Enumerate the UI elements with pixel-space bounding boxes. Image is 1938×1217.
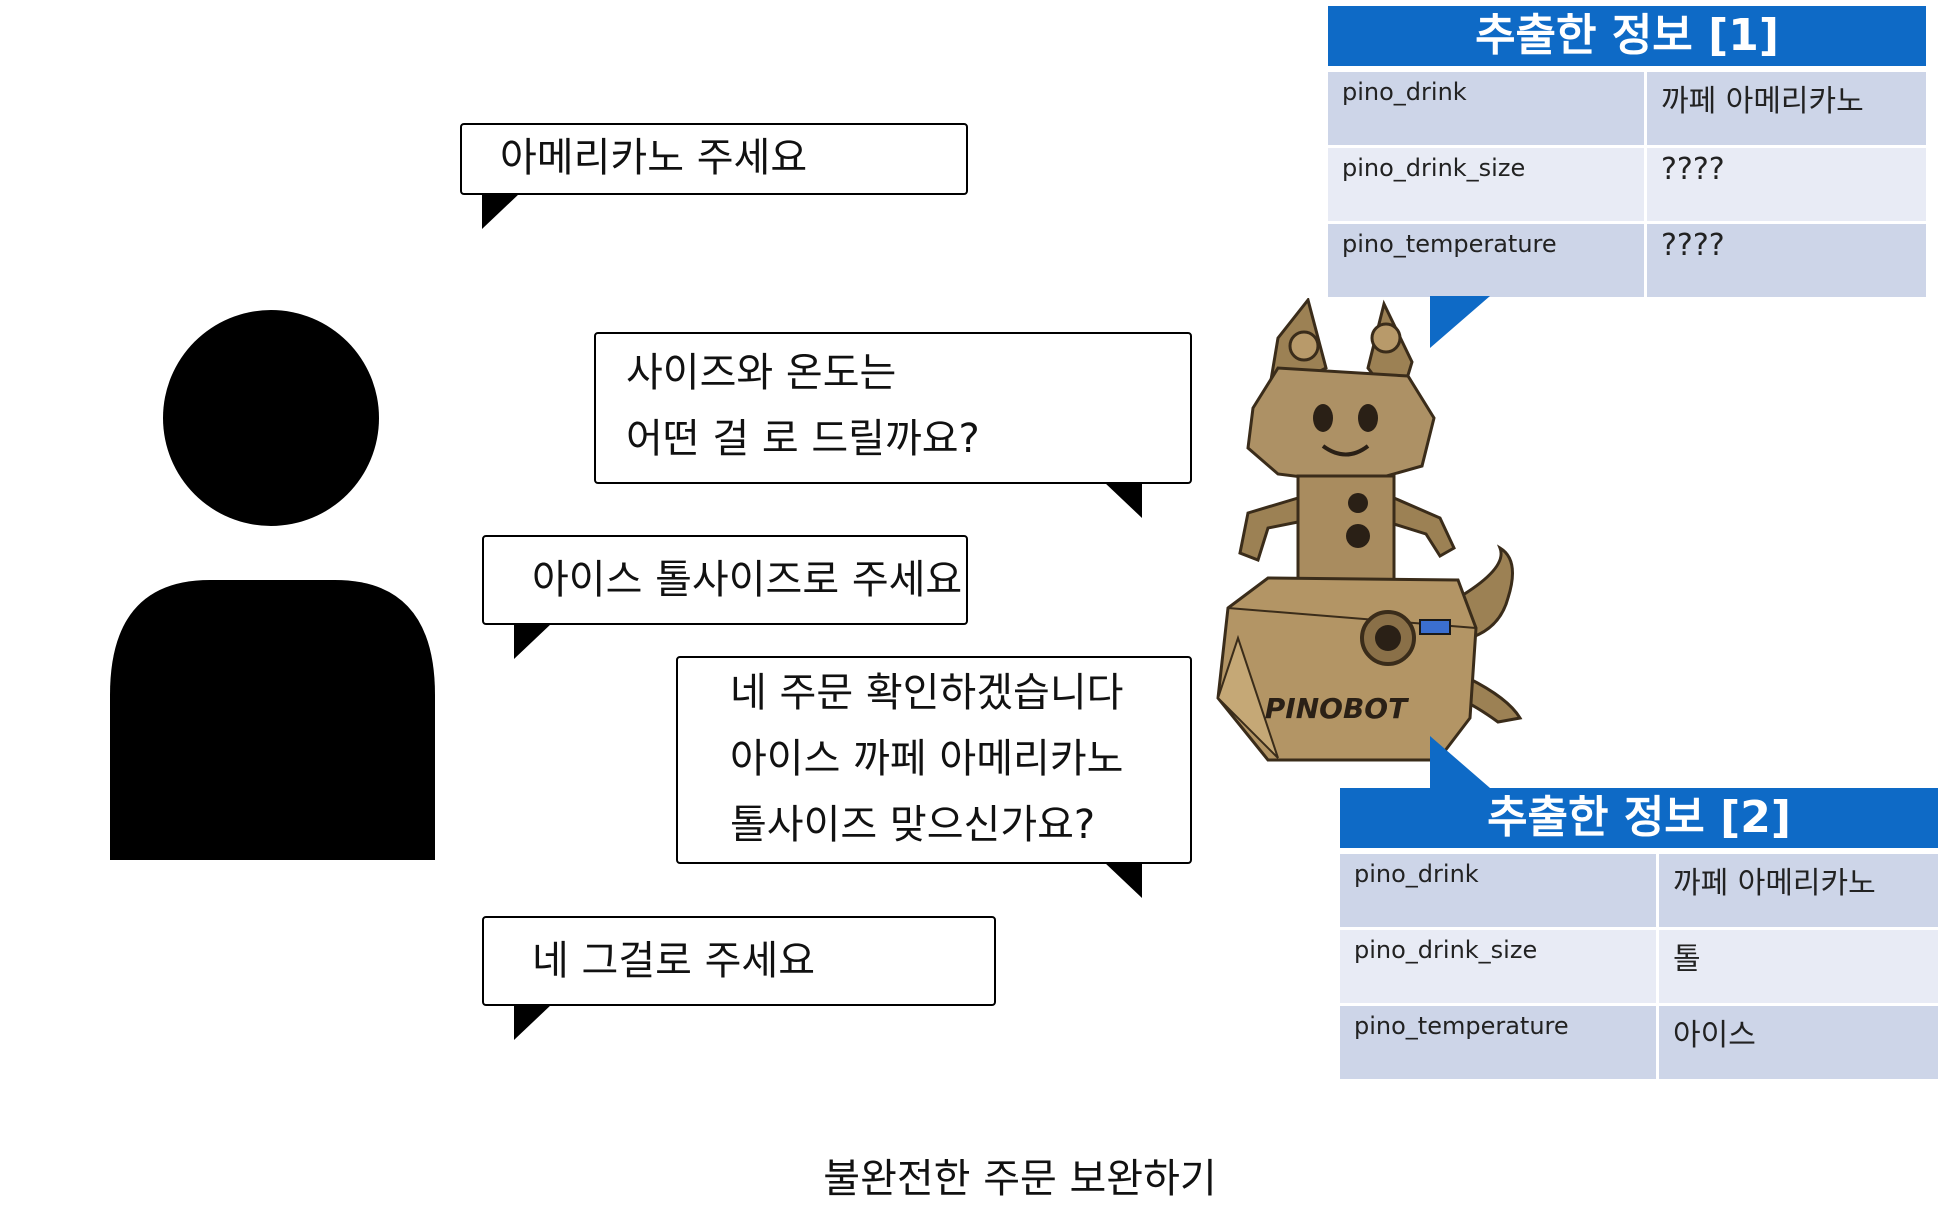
bubble-line: 사이즈와 온도는 — [626, 350, 897, 396]
pinobot-label: PINOBOT — [1265, 692, 1409, 725]
user-bubble-order: 아메리카노 주세요 — [460, 123, 968, 195]
bubble-line: 아이스 까페 아메리카노 — [730, 736, 1124, 782]
pointer-arrow-1 — [1430, 296, 1490, 348]
row-key: pino_drink — [1340, 854, 1656, 927]
bubble-line: 네 그걸로 주세요 — [532, 938, 816, 984]
row-key: pino_temperature — [1340, 1006, 1656, 1079]
figure-caption: 불완전한 주문 보완하기 — [823, 1156, 1217, 1202]
bubble-line: 아이스 톨사이즈로 주세요 — [532, 557, 963, 603]
pointer-arrow-2 — [1430, 736, 1490, 788]
user-bubble-accept: 네 그걸로 주세요 — [482, 916, 996, 1006]
row-key: pino_drink_size — [1328, 148, 1644, 221]
bubble-line: 아메리카노 주세요 — [500, 135, 808, 181]
row-key: pino_drink — [1328, 72, 1644, 145]
table-row: pino_drink_size ???? — [1328, 148, 1926, 221]
row-value: 아이스 — [1659, 1006, 1938, 1079]
row-value: 톨 — [1659, 930, 1938, 1003]
bubble-tail — [514, 1004, 552, 1040]
bubble-tail — [482, 193, 520, 229]
bubble-line: 어떤 걸 로 드릴까요? — [626, 416, 980, 462]
bubble-line: 톨사이즈 맞으신가요? — [730, 802, 1096, 848]
table-row: pino_drink 까페 아메리카노 — [1328, 72, 1926, 145]
row-value: 까페 아메리카노 — [1647, 72, 1926, 145]
table-row: pino_temperature 아이스 — [1340, 1006, 1938, 1079]
person-icon — [110, 310, 435, 860]
info-table-title: 추출한 정보 [2] — [1340, 788, 1938, 848]
row-value: 까페 아메리카노 — [1659, 854, 1938, 927]
extracted-info-table-1: 추출한 정보 [1] pino_drink 까페 아메리카노 pino_drin… — [1328, 6, 1926, 297]
bubble-line: 네 주문 확인하겠습니다 — [730, 670, 1124, 716]
pinobot-robot-image: PINOBOT — [1216, 298, 1523, 762]
bot-bubble-confirm: 네 주문 확인하겠습니다 아이스 까페 아메리카노 톨사이즈 맞으신가요? — [676, 656, 1192, 864]
bubble-tail — [1104, 862, 1142, 898]
table-row: pino_drink_size 톨 — [1340, 930, 1938, 1003]
table-row: pino_drink 까페 아메리카노 — [1340, 854, 1938, 927]
info-table-title: 추출한 정보 [1] — [1328, 6, 1926, 66]
row-key: pino_drink_size — [1340, 930, 1656, 1003]
row-value: ???? — [1647, 148, 1926, 221]
extracted-info-table-2: 추출한 정보 [2] pino_drink 까페 아메리카노 pino_drin… — [1340, 788, 1938, 1079]
table-row: pino_temperature ???? — [1328, 224, 1926, 297]
bubble-tail — [1104, 482, 1142, 518]
user-bubble-size-temp: 아이스 톨사이즈로 주세요 — [482, 535, 968, 625]
bot-bubble-ask-size-temp: 사이즈와 온도는 어떤 걸 로 드릴까요? — [594, 332, 1192, 484]
row-key: pino_temperature — [1328, 224, 1644, 297]
row-value: ???? — [1647, 224, 1926, 297]
bubble-tail — [514, 623, 552, 659]
